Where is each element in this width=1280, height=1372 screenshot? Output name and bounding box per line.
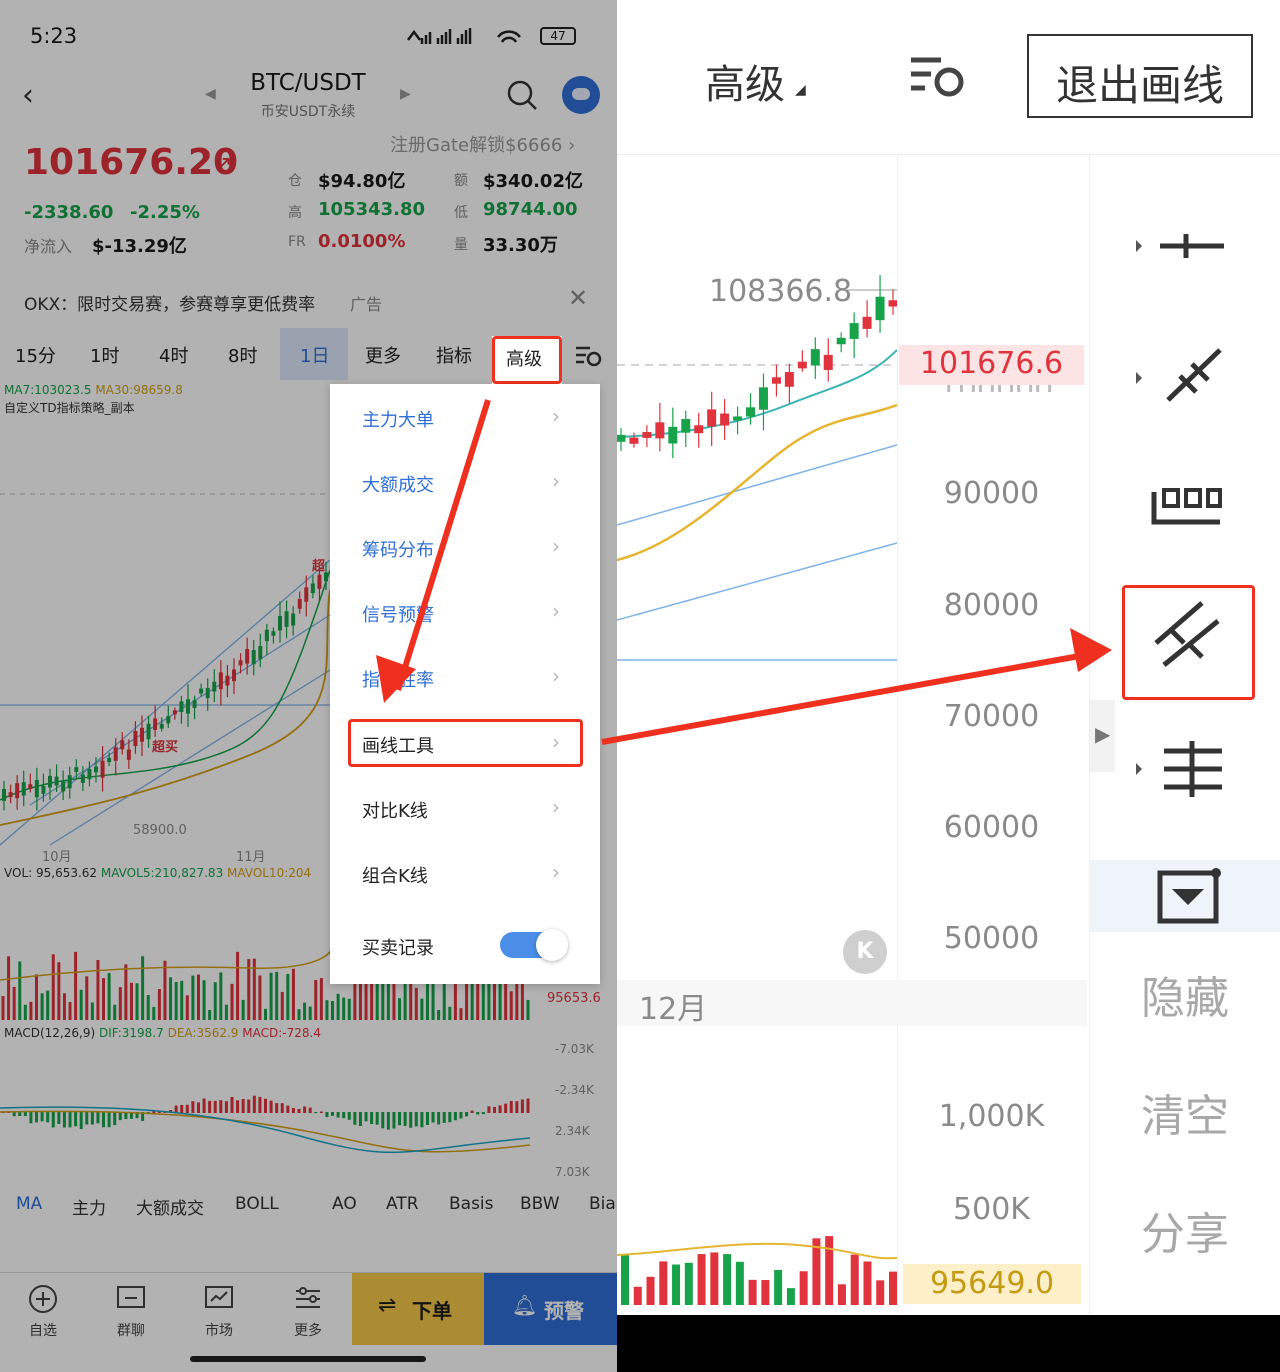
arrow-advanced-to-drawing-tools bbox=[395, 399, 491, 691]
arrow-head-down bbox=[376, 655, 416, 703]
annotation-arrows bbox=[376, 399, 1112, 745]
arrow-head-right bbox=[1070, 628, 1112, 672]
arrow-drawing-tools-to-toolbar bbox=[601, 652, 1086, 745]
